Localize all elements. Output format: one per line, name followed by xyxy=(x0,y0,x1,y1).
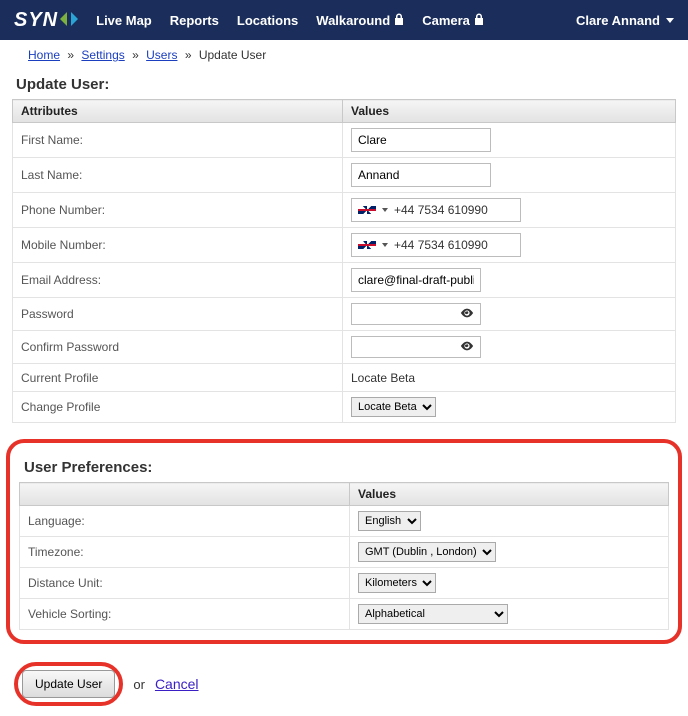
first-name-label: First Name: xyxy=(13,123,343,158)
table-row: Email Address: xyxy=(13,263,676,298)
distance-select[interactable]: Kilometers xyxy=(358,573,436,593)
table-row: Phone Number: +44 7534 610990 xyxy=(13,193,676,228)
confirm-password-input[interactable] xyxy=(351,336,481,358)
nav-camera[interactable]: Camera xyxy=(422,13,484,28)
col-values: Values xyxy=(343,100,676,123)
nav-camera-label: Camera xyxy=(422,13,470,28)
table-row: Mobile Number: +44 7534 610990 xyxy=(13,228,676,263)
confirm-password-label: Confirm Password xyxy=(13,331,343,364)
change-profile-label: Change Profile xyxy=(13,392,343,423)
user-menu-label: Clare Annand xyxy=(576,13,660,28)
password-label: Password xyxy=(13,298,343,331)
nav-walkaround[interactable]: Walkaround xyxy=(316,13,404,28)
user-menu[interactable]: Clare Annand xyxy=(576,13,674,28)
mobile-value: +44 7534 610990 xyxy=(394,238,488,252)
timezone-label: Timezone: xyxy=(20,537,350,568)
update-user-button[interactable]: Update User xyxy=(22,670,115,698)
col-attributes-prefs xyxy=(20,483,350,506)
table-header-row: Values xyxy=(20,483,669,506)
cancel-link[interactable]: Cancel xyxy=(155,676,199,692)
lock-icon xyxy=(394,13,404,28)
current-profile-value: Locate Beta xyxy=(343,364,676,392)
table-row: Change Profile Locate Beta xyxy=(13,392,676,423)
brand-logo: SYN xyxy=(14,9,78,32)
flag-uk-icon xyxy=(358,239,376,251)
col-attributes: Attributes xyxy=(13,100,343,123)
table-row: Language: English xyxy=(20,506,669,537)
breadcrumb-sep: » xyxy=(67,48,74,62)
lock-icon xyxy=(474,13,484,28)
email-label: Email Address: xyxy=(13,263,343,298)
password-input[interactable] xyxy=(351,303,481,325)
breadcrumb-users[interactable]: Users xyxy=(146,48,177,62)
language-select[interactable]: English xyxy=(358,511,421,531)
mobile-label: Mobile Number: xyxy=(13,228,343,263)
mobile-input[interactable]: +44 7534 610990 xyxy=(351,233,521,257)
breadcrumb-sep: » xyxy=(185,48,192,62)
change-profile-select[interactable]: Locate Beta xyxy=(351,397,436,417)
brand-accent-icon xyxy=(60,9,78,32)
or-text: or xyxy=(133,677,145,692)
breadcrumb-home[interactable]: Home xyxy=(28,48,60,62)
phone-value: +44 7534 610990 xyxy=(394,203,488,217)
flag-uk-icon xyxy=(358,204,376,216)
main-nav: Live Map Reports Locations Walkaround Ca… xyxy=(96,13,576,28)
nav-live-map[interactable]: Live Map xyxy=(96,13,152,28)
table-row: Current Profile Locate Beta xyxy=(13,364,676,392)
chevron-down-icon xyxy=(382,208,388,212)
sorting-select[interactable]: Alphabetical xyxy=(358,604,508,624)
table-row: Distance Unit: Kilometers xyxy=(20,568,669,599)
nav-reports[interactable]: Reports xyxy=(170,13,219,28)
brand-text: SYN xyxy=(14,9,58,32)
last-name-label: Last Name: xyxy=(13,158,343,193)
breadcrumb-settings[interactable]: Settings xyxy=(81,48,124,62)
table-row: Password xyxy=(13,298,676,331)
top-bar: SYN Live Map Reports Locations Walkaroun… xyxy=(0,0,688,40)
table-row: Confirm Password xyxy=(13,331,676,364)
update-user-highlight: Update User xyxy=(14,662,123,706)
last-name-input[interactable] xyxy=(351,163,491,187)
table-row: Timezone: GMT (Dublin , London) xyxy=(20,537,669,568)
chevron-down-icon xyxy=(666,18,674,23)
nav-locations-label: Locations xyxy=(237,13,298,28)
eye-icon[interactable] xyxy=(460,306,474,323)
user-preferences-heading: User Preferences: xyxy=(14,451,674,482)
table-row: Last Name: xyxy=(13,158,676,193)
sorting-label: Vehicle Sorting: xyxy=(20,599,350,630)
breadcrumb-current: Update User xyxy=(199,48,266,62)
footer-actions: Update User or Cancel xyxy=(0,652,688,716)
email-input[interactable] xyxy=(351,268,481,292)
nav-reports-label: Reports xyxy=(170,13,219,28)
table-header-row: Attributes Values xyxy=(13,100,676,123)
nav-walkaround-label: Walkaround xyxy=(316,13,390,28)
language-label: Language: xyxy=(20,506,350,537)
user-preferences-highlight: User Preferences: Values Language: Engli… xyxy=(6,439,682,644)
breadcrumb: Home » Settings » Users » Update User xyxy=(0,40,688,68)
table-row: Vehicle Sorting: Alphabetical xyxy=(20,599,669,630)
table-row: First Name: xyxy=(13,123,676,158)
current-profile-label: Current Profile xyxy=(13,364,343,392)
timezone-select[interactable]: GMT (Dublin , London) xyxy=(358,542,496,562)
user-preferences-table: Values Language: English Timezone: GMT (… xyxy=(19,482,669,630)
col-values-prefs: Values xyxy=(350,483,669,506)
phone-label: Phone Number: xyxy=(13,193,343,228)
breadcrumb-sep: » xyxy=(132,48,139,62)
distance-label: Distance Unit: xyxy=(20,568,350,599)
phone-input[interactable]: +44 7534 610990 xyxy=(351,198,521,222)
nav-locations[interactable]: Locations xyxy=(237,13,298,28)
user-attributes-table: Attributes Values First Name: Last Name:… xyxy=(12,99,676,423)
chevron-down-icon xyxy=(382,243,388,247)
first-name-input[interactable] xyxy=(351,128,491,152)
eye-icon[interactable] xyxy=(460,339,474,356)
nav-live-map-label: Live Map xyxy=(96,13,152,28)
update-user-heading: Update User: xyxy=(0,68,688,99)
